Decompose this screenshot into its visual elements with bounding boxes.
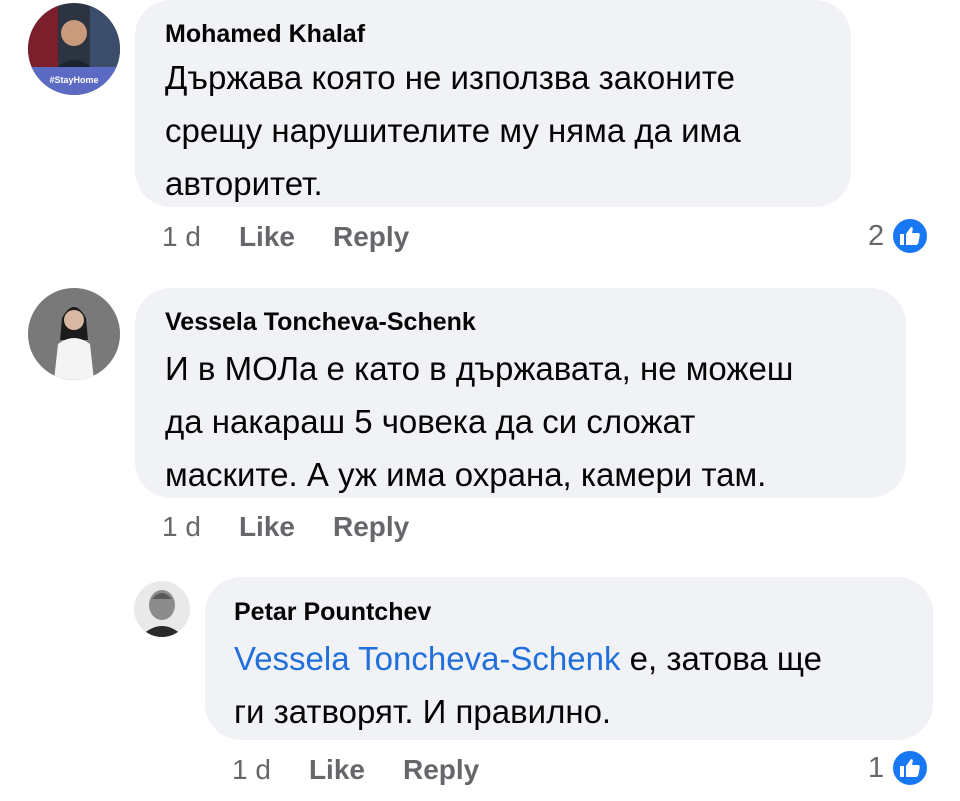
- comment-line-text: е, затова ще: [620, 640, 823, 677]
- reply-button[interactable]: Reply: [333, 221, 409, 252]
- reaction-summary[interactable]: 1: [868, 748, 931, 788]
- comment-line: маските. А уж има охрана, камери там.: [165, 456, 767, 493]
- reaction-count: 1: [868, 751, 885, 784]
- reply-button[interactable]: Reply: [403, 754, 479, 785]
- mention-link[interactable]: Vessela Toncheva-Schenk: [234, 640, 620, 677]
- comment-actions: 1 d Like Reply: [232, 754, 479, 786]
- avatar-vessela-toncheva-schenk[interactable]: [28, 288, 120, 380]
- comment-text: Vessela Toncheva-Schenk е, затова ще ги …: [234, 632, 924, 738]
- comment-text: И в МОЛа е като в държавата, не можеш да…: [165, 342, 900, 501]
- comment-actions: 1 d Like Reply: [162, 511, 409, 543]
- like-button[interactable]: Like: [239, 221, 295, 252]
- avatar-caption: #StayHome: [49, 75, 98, 85]
- comment-text: Държава която не използва законите срещу…: [165, 51, 845, 210]
- comment-author-name[interactable]: Mohamed Khalaf: [165, 20, 365, 49]
- comment-line: Vessela Toncheva-Schenk е, затова ще: [234, 632, 924, 685]
- reply-button[interactable]: Reply: [333, 511, 409, 542]
- comment-author-name[interactable]: Vessela Toncheva-Schenk: [165, 308, 476, 337]
- like-button[interactable]: Like: [239, 511, 295, 542]
- reaction-summary[interactable]: 2: [868, 216, 931, 256]
- comment-timestamp[interactable]: 1 d: [162, 221, 201, 252]
- avatar-mohamed-khalaf[interactable]: #StayHome: [28, 3, 120, 95]
- comment-timestamp[interactable]: 1 d: [162, 511, 201, 542]
- comment-line: Държава която не използва законите: [165, 59, 736, 96]
- comment-line: авторитет.: [165, 165, 323, 202]
- like-button[interactable]: Like: [309, 754, 365, 785]
- comment-author-name[interactable]: Petar Pountchev: [234, 598, 431, 627]
- comment-timestamp[interactable]: 1 d: [232, 754, 271, 785]
- comment-line: ги затворят. И правилно.: [234, 693, 612, 730]
- reaction-count: 2: [868, 219, 885, 252]
- like-icon: [890, 748, 931, 788]
- comment-line: срещу нарушителите му няма да има: [165, 112, 741, 149]
- like-icon: [890, 216, 931, 256]
- comment-line: да накараш 5 човека да си сложат: [165, 403, 696, 440]
- comment-line: И в МОЛа е като в държавата, не можеш: [165, 350, 794, 387]
- avatar-petar-pountchev[interactable]: [134, 581, 190, 637]
- comment-actions: 1 d Like Reply: [162, 221, 409, 253]
